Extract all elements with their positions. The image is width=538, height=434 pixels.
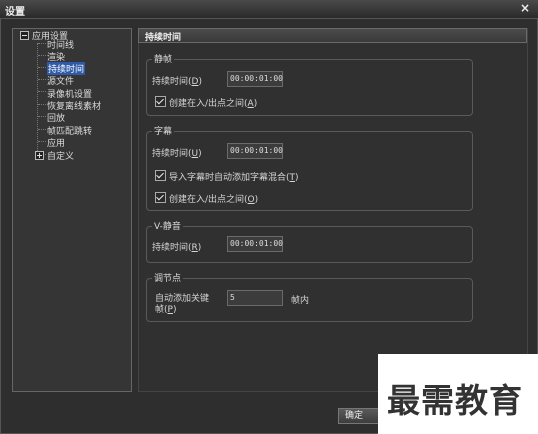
vmute-group-title: V-静音 xyxy=(152,219,183,232)
vmute-duration-label: 持续时间(R) xyxy=(152,243,202,253)
tree-root-custom[interactable]: 自定义 xyxy=(47,149,74,162)
subtitle-auto-mix-checkbox[interactable] xyxy=(155,170,166,181)
subtitle-duration-label: 持续时间(U) xyxy=(152,149,202,159)
ok-button[interactable]: 确定 xyxy=(338,408,382,424)
collapse-icon[interactable] xyxy=(20,31,29,40)
tree-item-application[interactable]: 应用 xyxy=(47,136,65,149)
keypoint-unit: 帧内 xyxy=(291,296,310,306)
subtitle-create-label: 创建在入/出点之间(O) xyxy=(169,195,259,205)
vmute-duration-input[interactable]: 00:00:01:00 xyxy=(227,236,283,252)
still-duration-input[interactable]: 00:00:01:00 xyxy=(227,71,283,87)
panel-header: 持续时间 xyxy=(138,28,527,43)
panel-title: 持续时间 xyxy=(145,33,182,43)
settings-tree[interactable]: 应用设置 时间线 渲染 持续时间 源文件 录像机设置 恢复离线素材 回放 帧匹配… xyxy=(12,28,132,392)
still-create-label: 创建在入/出点之间(A) xyxy=(169,99,258,109)
keypoint-group-title: 调节点 xyxy=(152,271,184,284)
keypoint-frames-input[interactable]: 5 xyxy=(227,290,283,306)
still-group-title: 静帧 xyxy=(152,52,175,65)
tree-item-source-file[interactable]: 源文件 xyxy=(47,74,74,87)
still-create-checkbox[interactable] xyxy=(155,96,166,107)
title-bar: 设置 × xyxy=(0,0,538,19)
watermark: 最需教育 xyxy=(378,354,538,434)
tree-item-playback[interactable]: 回放 xyxy=(47,111,65,124)
subtitle-create-checkbox[interactable] xyxy=(155,192,166,203)
expand-icon[interactable] xyxy=(35,151,44,160)
still-duration-label: 持续时间(D) xyxy=(152,77,202,87)
subtitle-group-title: 字幕 xyxy=(152,124,175,137)
watermark-text: 最需教育 xyxy=(387,381,523,420)
window-title: 设置 xyxy=(5,7,25,18)
keypoint-label-line2: 帧(P) xyxy=(155,305,177,315)
subtitle-duration-input[interactable]: 00:00:01:00 xyxy=(227,143,283,159)
subtitle-auto-mix-label: 导入字幕时自动添加字幕混合(T) xyxy=(169,173,299,183)
close-icon[interactable]: × xyxy=(520,1,530,15)
